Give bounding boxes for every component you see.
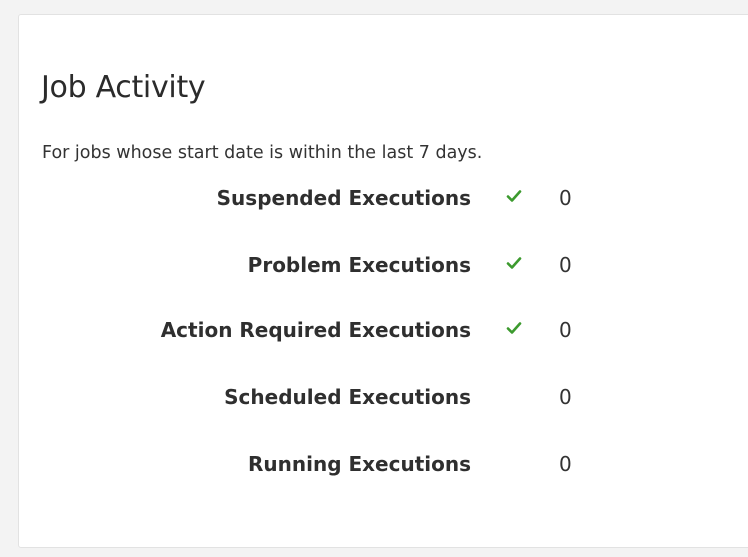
row-suspended-executions: Suspended Executions 0	[19, 178, 719, 218]
panel-subtitle: For jobs whose start date is within the …	[42, 143, 483, 163]
row-action-required-executions: Action Required Executions 0	[19, 310, 719, 350]
action-required-executions-label[interactable]: Action Required Executions	[161, 310, 471, 350]
scheduled-executions-count: 0	[559, 385, 572, 409]
problem-executions-label[interactable]: Problem Executions	[248, 245, 471, 285]
running-executions-label[interactable]: Running Executions	[248, 444, 471, 484]
running-executions-count: 0	[559, 452, 572, 476]
action-required-executions-count: 0	[559, 318, 572, 342]
suspended-executions-label[interactable]: Suspended Executions	[217, 178, 471, 218]
check-icon	[506, 257, 522, 269]
panel-title: Job Activity	[41, 70, 206, 105]
row-running-executions: Running Executions 0	[19, 444, 719, 484]
problem-executions-count: 0	[559, 253, 572, 277]
suspended-executions-count: 0	[559, 186, 572, 210]
row-scheduled-executions: Scheduled Executions 0	[19, 377, 719, 417]
scheduled-executions-label[interactable]: Scheduled Executions	[224, 377, 471, 417]
row-problem-executions: Problem Executions 0	[19, 245, 719, 285]
check-icon	[506, 322, 522, 334]
check-icon	[506, 190, 522, 202]
job-activity-panel: Job Activity For jobs whose start date i…	[18, 14, 748, 548]
